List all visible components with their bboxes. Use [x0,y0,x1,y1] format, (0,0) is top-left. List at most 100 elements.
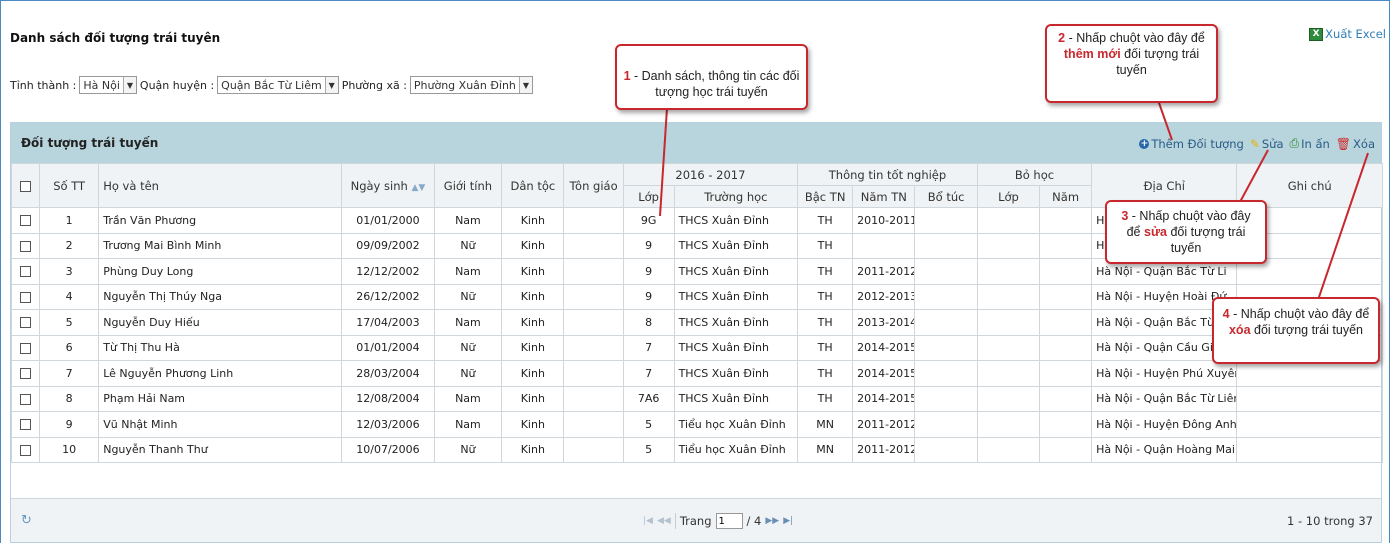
callout-3-highlight: sửa [1144,225,1167,239]
row-select-cell[interactable] [10,334,41,361]
refresh-icon[interactable]: ↻ [21,513,32,528]
row-checkbox[interactable] [20,317,32,329]
last-page-icon[interactable]: ▶| [783,516,793,526]
row-class: 9 [622,283,675,310]
row-religion [563,411,624,438]
col-supplement[interactable]: Bổ túc [914,185,978,208]
table-row[interactable]: 9 Vũ Nhật Minh 12/03/2006 Nam Kinh 5 Tiểu học … [10,411,1383,438]
print-button[interactable]: ⎙ In ấn [1290,136,1330,151]
col-religion[interactable]: Tôn giáo [563,163,624,208]
table-row[interactable]: 6 Từ Thị Thu Hà 01/01/2004 Nữ Kinh 7 THCS Xuân… [10,334,1383,361]
row-supplement [914,436,978,463]
row-dropout-class [976,385,1041,412]
col-grad-level[interactable]: Bậc TN [797,185,854,208]
next-page-icon[interactable]: ▶▶ [765,516,779,526]
chevron-down-icon: ▼ [518,77,532,93]
row-religion [563,309,624,336]
table-row[interactable]: 4 Nguyễn Thị Thúy Nga 26/12/2002 Nữ Kinh 9 THC… [10,283,1383,310]
row-grad-level: TH [797,360,854,387]
row-address: Hà Nội - Quận Hoàng Mai - Tr [1091,436,1238,463]
table-row[interactable]: 5 Nguyễn Duy Hiếu 17/04/2003 Nam Kinh 8 THCS X… [10,309,1383,336]
row-checkbox[interactable] [20,291,32,303]
row-dob: 01/01/2004 [341,334,435,361]
prev-page-icon[interactable]: ◀◀ [657,516,671,526]
district-label: Quận huyện : [139,78,215,92]
students-panel: Đối tượng trái tuyến + Thêm Đối tượng ✎ … [10,122,1383,543]
row-grad-level: TH [797,283,854,310]
table-row[interactable]: 10 Nguyễn Thanh Thư 10/07/2006 Nữ Kinh 5 Tiểu … [10,436,1383,463]
row-select-cell[interactable] [10,258,41,285]
row-ethnic: Kinh [501,436,565,463]
row-checkbox[interactable] [20,368,32,380]
row-ethnic: Kinh [501,207,565,234]
col-dob[interactable]: Ngày sinh ▲▼ [341,163,435,208]
col-class[interactable]: Lớp [622,185,675,208]
row-religion [563,436,624,463]
col-group-graduation: Thông tin tốt nghiệp [797,163,978,186]
col-school[interactable]: Trường học [673,185,799,208]
row-dob: 10/07/2006 [341,436,435,463]
row-select-cell[interactable] [10,411,41,438]
ward-select[interactable]: Phường Xuân Đỉnh ▼ [409,76,533,94]
col-dropout-year[interactable]: Năm [1039,185,1093,208]
col-dropout-class[interactable]: Lớp [976,185,1041,208]
edit-button[interactable]: ✎ Sửa [1250,137,1284,151]
col-gender[interactable]: Giới tính [433,163,503,208]
delete-button[interactable]: 🗑 Xóa [1336,137,1375,151]
row-class: 9 [622,232,675,259]
row-stt: 8 [39,385,100,412]
row-dropout-class [976,258,1041,285]
row-select-cell[interactable] [10,385,41,412]
row-dob: 12/08/2004 [341,385,435,412]
row-name: Phạm Hải Nam [98,385,343,412]
first-page-icon[interactable]: |◀ [643,516,653,526]
row-ethnic: Kinh [501,258,565,285]
row-checkbox[interactable] [20,215,32,227]
pager-divider [674,513,676,529]
row-dob: 28/03/2004 [341,360,435,387]
row-checkbox[interactable] [20,444,32,456]
row-gender: Nam [433,258,503,285]
col-grad-year[interactable]: Năm TN [852,185,916,208]
page-input[interactable] [715,513,743,529]
pager: |◀ ◀◀ Trang / 4 ▶▶ ▶| [643,513,793,529]
row-select-cell[interactable] [10,232,41,259]
export-excel-button[interactable]: X Xuất Excel [1309,27,1386,41]
district-select[interactable]: Quận Bắc Từ Liêm ▼ [217,76,339,94]
row-dropout-class [976,207,1041,234]
ward-value: Phường Xuân Đỉnh [413,79,516,92]
row-name: Từ Thị Thu Hà [98,334,343,361]
table-row[interactable]: 8 Phạm Hải Nam 12/08/2004 Nam Kinh 7A6 THCS Xu… [10,385,1383,412]
select-all-header[interactable] [10,163,41,208]
row-stt: 5 [39,309,100,336]
row-select-cell[interactable] [10,360,41,387]
row-dropout-year [1039,334,1093,361]
row-school: Tiểu học Xuân Đỉnh [673,436,799,463]
row-checkbox[interactable] [20,393,32,405]
row-checkbox[interactable] [20,342,32,354]
row-supplement [914,309,978,336]
col-name[interactable]: Họ và tên [98,163,343,208]
row-select-cell[interactable] [10,207,41,234]
col-stt: Số TT [39,163,100,208]
select-all-checkbox[interactable] [20,180,32,192]
callout-4-post: đối tượng trái tuyến [1250,323,1363,337]
row-checkbox[interactable] [20,419,32,431]
row-name: Phùng Duy Long [98,258,343,285]
row-select-cell[interactable] [10,436,41,463]
row-select-cell[interactable] [10,283,41,310]
row-checkbox[interactable] [20,266,32,278]
col-ethnic[interactable]: Dân tộc [501,163,565,208]
table-row[interactable]: 7 Lê Nguyễn Phương Linh 28/03/2004 Nữ Kinh 7 T… [10,360,1383,387]
row-religion [563,207,624,234]
row-select-cell[interactable] [10,309,41,336]
col-group-dropout: Bỏ học [976,163,1093,186]
add-object-button[interactable]: + Thêm Đối tượng [1139,137,1244,151]
callout-2-post: đối tượng trái tuyến [1116,47,1200,77]
row-grad-level: TH [797,207,854,234]
page-title: Danh sách đối tượng trái tuyên [10,31,221,45]
province-select[interactable]: Hà Nội ▼ [79,76,137,94]
row-school: THCS Xuân Đỉnh [673,207,799,234]
page-label: Trang [679,514,712,528]
row-checkbox[interactable] [20,240,32,252]
